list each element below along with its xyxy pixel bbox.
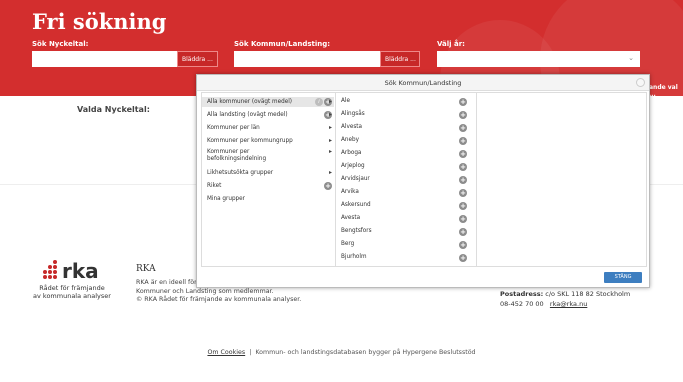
- group-item-label: Alla kommuner (ovägt medel): [207, 99, 292, 105]
- list-item[interactable]: Arvika: [341, 189, 359, 195]
- postal-label: Postadress:: [500, 290, 544, 298]
- group-item-label: Riket: [207, 183, 222, 189]
- nyckeltal-search-input[interactable]: [32, 51, 177, 67]
- nyckeltal-browse-button[interactable]: Bläddra ...: [177, 51, 218, 67]
- email-link[interactable]: rka@rka.nu: [550, 300, 587, 308]
- add-icon[interactable]: +: [459, 189, 467, 197]
- group-list: Alla kommuner (ovägt medel) i + ▸ Alla l…: [201, 92, 335, 267]
- page-footer: Om Cookies | Kommun- och landstingsdatab…: [0, 349, 683, 356]
- group-item-likhet[interactable]: Likhetsutsökta grupper ▸: [202, 168, 334, 178]
- kommun-label: Sök Kommun/Landsting:: [234, 40, 331, 48]
- list-item[interactable]: Arvidsjaur: [341, 176, 370, 182]
- postal-address: c/o SKL 118 82 Stockholm: [545, 290, 631, 298]
- list-item[interactable]: Berg: [341, 241, 354, 247]
- list-item[interactable]: Bjurholm: [341, 254, 367, 260]
- credit-text: Kommun- och landstingsdatabasen bygger p…: [255, 349, 476, 356]
- list-item[interactable]: Arjeplog: [341, 163, 365, 169]
- logo-tagline: Rådet för främjande av kommunala analyse…: [32, 284, 112, 300]
- add-icon[interactable]: +: [459, 215, 467, 223]
- add-icon[interactable]: +: [459, 150, 467, 158]
- add-icon[interactable]: +: [459, 202, 467, 210]
- group-item-per-befolkning[interactable]: Kommuner per befolkningsindelning ▸: [202, 148, 334, 165]
- add-icon[interactable]: +: [459, 111, 467, 119]
- group-item-label: Mina grupper: [207, 196, 245, 202]
- add-icon[interactable]: +: [459, 163, 467, 171]
- selected-values-link[interactable]: ande val ...: [649, 84, 683, 96]
- selected-municipalities-pane: [477, 92, 647, 267]
- about-line: Kommuner och Landsting som medlemmar.: [136, 287, 274, 295]
- about-line: © RKA Rådet för främjande av kommunala a…: [136, 296, 302, 303]
- logo-tagline-line: Rådet för främjande: [39, 284, 105, 292]
- chevron-right-icon: ▸: [328, 98, 332, 105]
- info-icon[interactable]: i: [315, 98, 323, 106]
- chevron-right-icon: ▸: [328, 137, 332, 144]
- chevron-down-icon: ⌄: [628, 54, 634, 62]
- logo-dots-icon: [43, 260, 57, 279]
- kommun-search-input[interactable]: [234, 51, 380, 67]
- page-title: Fri sökning: [32, 9, 167, 34]
- add-icon[interactable]: +: [459, 241, 467, 249]
- chevron-right-icon: ▸: [328, 124, 332, 131]
- list-item[interactable]: Alvesta: [341, 124, 362, 130]
- selected-indicators-label: Valda Nyckeltal:: [77, 105, 150, 114]
- list-item[interactable]: Avesta: [341, 215, 360, 221]
- kommun-browse-button[interactable]: Bläddra ...: [380, 51, 420, 67]
- add-icon[interactable]: +: [459, 137, 467, 145]
- list-item[interactable]: Bengtsfors: [341, 228, 372, 234]
- close-icon[interactable]: [636, 78, 645, 87]
- group-item-per-lan[interactable]: Kommuner per län ▸: [202, 123, 334, 133]
- nyckeltal-label: Sök Nyckeltal:: [32, 40, 89, 48]
- group-item-label: Kommuner per kommungrupp: [207, 138, 293, 144]
- kommun-picker-dialog: Sök Kommun/Landsting Alla kommuner (oväg…: [196, 74, 650, 288]
- close-button[interactable]: STÄNG: [604, 272, 642, 283]
- chevron-right-icon: ▸: [328, 148, 332, 155]
- footer-separator: |: [249, 349, 252, 356]
- group-item-all-counties[interactable]: Alla landsting (ovägt medel) + ▸: [202, 110, 334, 120]
- chevron-right-icon: ▸: [328, 169, 332, 176]
- ar-label: Välj år:: [437, 40, 465, 48]
- group-item-all-municipalities[interactable]: Alla kommuner (ovägt medel) i + ▸: [202, 97, 334, 107]
- add-icon[interactable]: +: [324, 182, 332, 190]
- group-item-per-kommungrupp[interactable]: Kommuner per kommungrupp ▸: [202, 136, 334, 146]
- group-item-label: Alla landsting (ovägt medel): [207, 112, 288, 118]
- contact-info: Postadress: c/o SKL 118 82 Stockholm 08-…: [500, 289, 630, 309]
- add-icon[interactable]: +: [459, 254, 467, 262]
- logo-wordmark: rka: [62, 259, 99, 283]
- group-item-label: Kommuner per befolkningsindelning: [207, 149, 267, 162]
- list-item[interactable]: Arboga: [341, 150, 361, 156]
- add-icon[interactable]: +: [459, 98, 467, 106]
- add-icon[interactable]: +: [459, 228, 467, 236]
- phone-number: 08-452 70 00: [500, 300, 544, 308]
- add-icon[interactable]: +: [459, 176, 467, 184]
- add-icon[interactable]: +: [459, 124, 467, 132]
- list-item[interactable]: Alingsås: [341, 111, 365, 117]
- group-item-mina-grupper[interactable]: Mina grupper: [202, 194, 334, 204]
- group-item-label: Likhetsutsökta grupper: [207, 170, 274, 176]
- list-item[interactable]: Askersund: [341, 202, 371, 208]
- list-item[interactable]: Ale: [341, 98, 350, 104]
- chevron-right-icon: ▸: [328, 111, 332, 118]
- year-select[interactable]: ⌄: [437, 51, 640, 67]
- list-item[interactable]: Aneby: [341, 137, 359, 143]
- municipality-list: Ale + Alingsås + Alvesta + Aneby + Arbog…: [335, 92, 477, 267]
- group-item-riket[interactable]: Riket +: [202, 181, 334, 191]
- group-item-label: Kommuner per län: [207, 125, 260, 131]
- logo-tagline-line: av kommunala analyser: [33, 292, 111, 300]
- cookies-link[interactable]: Om Cookies: [207, 349, 245, 356]
- dialog-title: Sök Kommun/Landsting: [197, 75, 649, 91]
- footer-title: RKA: [136, 264, 156, 274]
